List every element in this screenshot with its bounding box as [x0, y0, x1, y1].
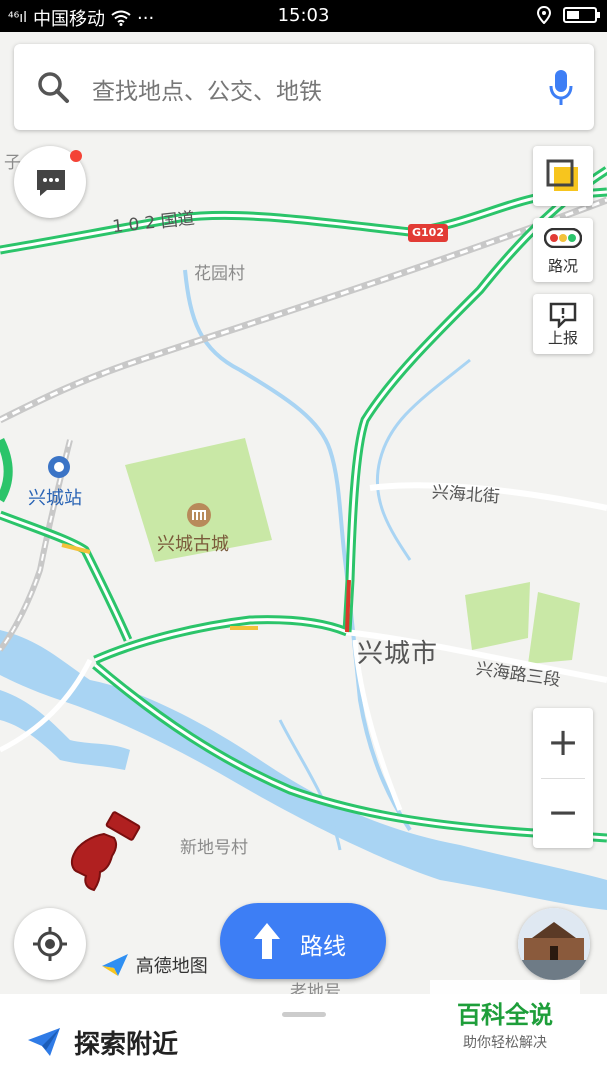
scene-thumbnail[interactable] — [518, 908, 590, 980]
search-icon — [38, 72, 69, 103]
route-button[interactable]: 路线 — [220, 903, 386, 979]
locate-button[interactable] — [14, 908, 86, 980]
highway-west-2 — [0, 437, 13, 503]
city-label: 兴城市 — [357, 639, 439, 669]
amap-logo-icon — [102, 954, 128, 976]
watermark-title: 百科全说 — [457, 1001, 553, 1029]
notification-dot — [70, 150, 82, 162]
status-time: 15:03 — [277, 5, 330, 26]
zoom-in-button[interactable]: + — [533, 708, 593, 778]
zoom-control: + − — [533, 708, 593, 848]
highway-south — [92, 661, 607, 843]
microphone-icon[interactable] — [548, 68, 574, 108]
poi-label[interactable]: 兴城古城 — [157, 530, 229, 556]
crosshair-icon — [33, 927, 67, 961]
park — [465, 582, 530, 650]
route-label: 路线 — [300, 934, 346, 960]
park — [528, 592, 580, 664]
zoom-out-button[interactable]: − — [533, 778, 593, 848]
village-label: 花园村 — [194, 264, 245, 284]
village-label: 老地号 — [290, 982, 341, 994]
search-input[interactable]: 查找地点、公交、地铁 — [92, 72, 322, 106]
street-label: 兴海北街 — [431, 482, 501, 508]
station-label[interactable]: 兴城站 — [28, 484, 82, 510]
watermark-subtitle: 助你轻松解决 — [463, 1035, 547, 1051]
congestion-segment — [345, 579, 351, 633]
map-view[interactable]: 子 1 0 2 国道 G102 花园村 兴城站 兴城古城 兴海北街 兴城市 兴海… — [0, 32, 607, 994]
report-button[interactable]: 上报 — [533, 294, 593, 354]
arrow-up-icon — [254, 923, 280, 959]
report-icon — [549, 302, 577, 328]
watermark: 百科全说 助你轻松解决 — [430, 980, 580, 1060]
traffic-light-icon — [544, 228, 582, 248]
hand-pointer-icon — [70, 811, 141, 892]
explore-nearby-title[interactable]: 探索附近 — [74, 1024, 178, 1061]
layers-button[interactable] — [533, 146, 593, 206]
g102-label: G102 — [412, 226, 444, 239]
layers-icon — [546, 159, 578, 191]
messages-button[interactable] — [14, 146, 86, 218]
chat-bubble-icon — [37, 170, 65, 196]
status-bar: ⁴⁶ıl 中国移动 ··· 15:03 — [0, 0, 607, 32]
drag-handle[interactable] — [282, 1012, 326, 1017]
location-icon — [537, 6, 551, 24]
landmark-photo-icon — [518, 908, 590, 980]
search-bar[interactable]: 查找地点、公交、地铁 — [14, 44, 594, 130]
paper-plane-icon — [28, 1028, 60, 1056]
logo-text: 高德地图 — [135, 956, 208, 977]
battery-icon — [563, 7, 600, 23]
highway-ring — [93, 615, 349, 665]
traffic-label: 路况 — [547, 257, 578, 275]
traffic-button[interactable]: 路况 — [533, 218, 593, 282]
report-label: 上报 — [547, 329, 578, 347]
village-label: 新地号村 — [180, 838, 248, 858]
app-logo: 高德地图 — [100, 952, 208, 978]
